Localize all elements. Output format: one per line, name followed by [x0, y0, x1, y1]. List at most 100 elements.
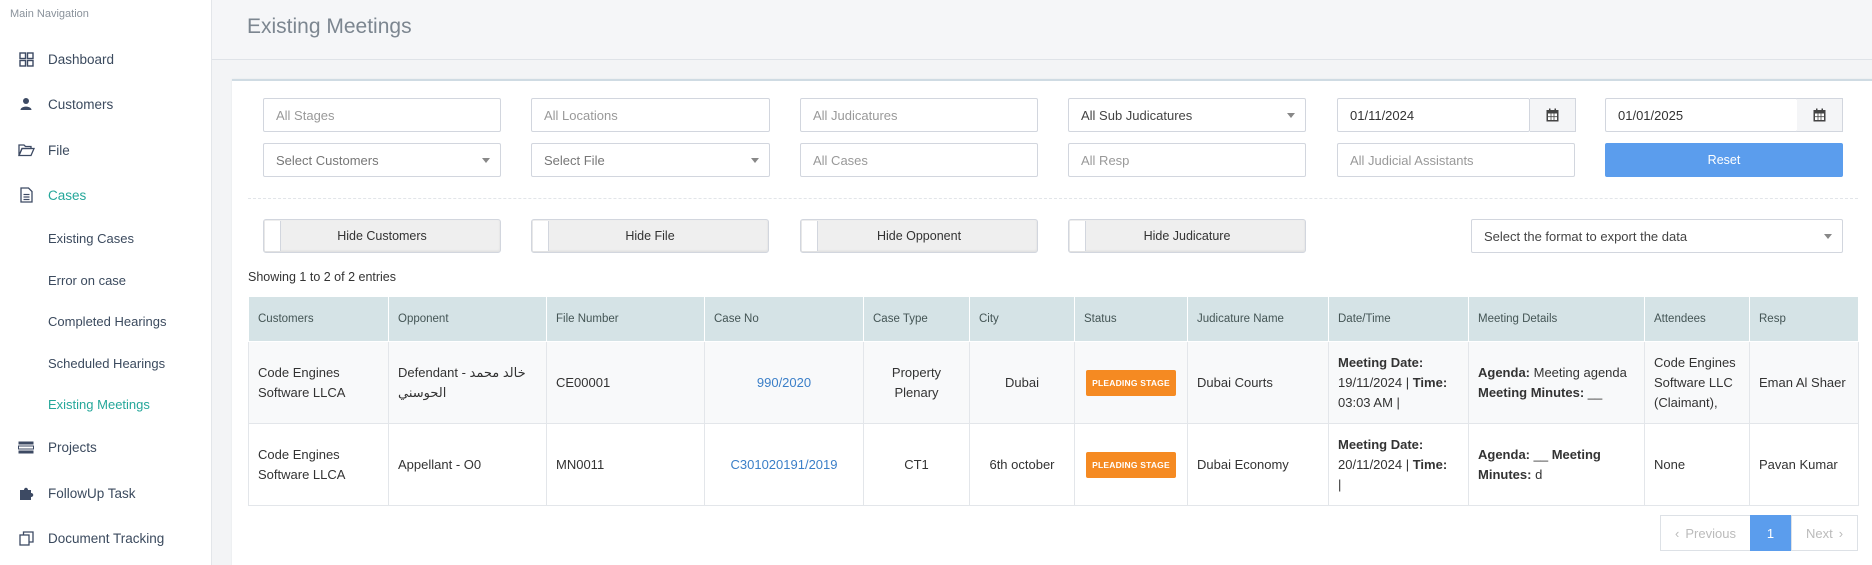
meeting-details-cell: Agenda: __ Meeting Minutes: d: [1468, 423, 1645, 506]
judicatures-filter[interactable]: All Judicatures: [800, 98, 1038, 132]
status-badge: PLEADING STAGE: [1086, 451, 1176, 478]
agenda-label: Agenda:: [1478, 364, 1530, 380]
customer-cell: Code Engines Software LLCA: [248, 341, 389, 424]
sidebar-subitem-completed-hearings[interactable]: Completed Hearings: [48, 309, 167, 333]
toggle-label: Hide Judicature: [1143, 229, 1231, 243]
column-header[interactable]: City: [969, 296, 1075, 342]
calendar-icon[interactable]: [1530, 98, 1576, 132]
sidebar-item-label: File: [48, 142, 70, 158]
opponent-cell: Appellant - O0: [388, 423, 547, 506]
reset-button[interactable]: Reset: [1605, 143, 1843, 177]
resp-cell: Eman Al Shaer: [1749, 341, 1859, 424]
column-header[interactable]: Status: [1074, 296, 1188, 342]
sidebar-item-label: FollowUp Task: [48, 485, 136, 501]
datetime-cell: Meeting Date: 20/11/2024 | Time: |: [1328, 423, 1469, 506]
sidebar-item-followup-task[interactable]: FollowUp Task: [0, 478, 211, 508]
agenda-label: Agenda:: [1478, 446, 1530, 462]
meetings-table: Customers Opponent File Number Case No C…: [248, 296, 1859, 506]
stages-filter[interactable]: All Stages: [263, 98, 501, 132]
case-link[interactable]: C301020191/2019: [731, 457, 838, 472]
cases-filter[interactable]: All Cases: [800, 143, 1038, 177]
case-type-cell: Property Plenary: [863, 341, 970, 424]
sidebar-item-label: Document Tracking: [48, 530, 165, 546]
minutes-label: Meeting Minutes:: [1478, 384, 1585, 400]
locations-filter[interactable]: All Locations: [531, 98, 770, 132]
judicature-cell: Dubai Economy: [1187, 423, 1329, 506]
sub-judicatures-select[interactable]: All Sub Judicatures: [1068, 98, 1306, 132]
meeting-date-value: 20/11/2024 |: [1338, 456, 1410, 472]
time-value: |: [1338, 476, 1342, 492]
customers-select-value: Select Customers: [276, 152, 379, 168]
table-header-row: Customers Opponent File Number Case No C…: [248, 296, 1859, 342]
sidebar: Main Navigation Dashboard Customers File…: [0, 0, 212, 565]
export-format-value: Select the format to export the data: [1484, 228, 1688, 244]
meeting-details-cell: Agenda: Meeting agenda Meeting Minutes: …: [1468, 341, 1645, 424]
sidebar-subitem-scheduled-hearings[interactable]: Scheduled Hearings: [48, 351, 165, 375]
date-to-input[interactable]: 01/01/2025: [1605, 98, 1798, 132]
hide-file-toggle[interactable]: Hide File: [531, 219, 769, 253]
attendees-cell: None: [1644, 423, 1750, 506]
chevron-right-icon: ›: [1838, 525, 1844, 541]
hide-customers-toggle[interactable]: Hide Customers: [263, 219, 501, 253]
next-page-button[interactable]: Next ›: [1791, 515, 1858, 551]
sidebar-subitem-error-on-case[interactable]: Error on case: [48, 268, 126, 292]
column-header[interactable]: Customers: [248, 296, 389, 342]
case-no-cell: C301020191/2019: [704, 423, 864, 506]
toggle-label: Hide Customers: [337, 229, 427, 243]
judicature-cell: Dubai Courts: [1187, 341, 1329, 424]
column-header[interactable]: Meeting Details: [1468, 296, 1645, 342]
resp-filter[interactable]: All Resp: [1068, 143, 1306, 177]
table-row: Code Engines Software LLCA Appellant - O…: [248, 423, 1859, 506]
toggle-knob: [265, 221, 281, 251]
sidebar-item-file[interactable]: File: [0, 135, 211, 165]
folder-open-icon: [17, 141, 35, 159]
column-header[interactable]: Attendees: [1644, 296, 1750, 342]
date-from-input[interactable]: 01/11/2024: [1337, 98, 1530, 132]
column-header[interactable]: Opponent: [388, 296, 547, 342]
sidebar-item-document-tracking[interactable]: Document Tracking: [0, 523, 211, 553]
file-select-value: Select File: [544, 152, 605, 168]
column-header[interactable]: File Number: [546, 296, 705, 342]
column-header[interactable]: Resp: [1749, 296, 1859, 342]
sidebar-subitem-existing-meetings[interactable]: Existing Meetings: [48, 392, 150, 416]
toggle-knob: [802, 221, 818, 251]
sidebar-item-customers[interactable]: Customers: [0, 89, 211, 119]
meeting-date-label: Meeting Date:: [1338, 436, 1424, 452]
entries-info: Showing 1 to 2 of 2 entries: [248, 270, 397, 284]
column-header[interactable]: Case No: [704, 296, 864, 342]
sidebar-item-dashboard[interactable]: Dashboard: [0, 44, 211, 74]
resp-cell: Pavan Kumar: [1749, 423, 1859, 506]
chevron-down-icon: [751, 158, 759, 163]
column-header[interactable]: Case Type: [863, 296, 970, 342]
case-no-cell: 990/2020: [704, 341, 864, 424]
sidebar-item-projects[interactable]: Projects: [0, 432, 211, 462]
column-header[interactable]: Date/Time: [1328, 296, 1469, 342]
hide-opponent-toggle[interactable]: Hide Opponent: [800, 219, 1038, 253]
sidebar-item-label: Projects: [48, 439, 97, 455]
previous-label: Previous: [1685, 525, 1736, 541]
file-number-cell: MN0011: [546, 423, 705, 506]
sidebar-item-label: Customers: [48, 96, 114, 112]
customers-select[interactable]: Select Customers: [263, 143, 501, 177]
file-number-cell: CE00001: [546, 341, 705, 424]
sidebar-subitem-existing-cases[interactable]: Existing Cases: [48, 226, 134, 250]
chevron-down-icon: [1824, 234, 1832, 239]
hide-judicature-toggle[interactable]: Hide Judicature: [1068, 219, 1306, 253]
dashboard-grid-icon: [17, 50, 35, 68]
judicial-assistants-filter[interactable]: All Judicial Assistants: [1337, 143, 1575, 177]
city-cell: 6th october: [969, 423, 1075, 506]
sub-judicatures-value: All Sub Judicatures: [1081, 107, 1193, 123]
attendees-cell: Code Engines Software LLC (Claimant),: [1644, 341, 1750, 424]
case-link[interactable]: 990/2020: [757, 375, 811, 390]
calendar-icon[interactable]: [1797, 98, 1843, 132]
sidebar-item-label: Dashboard: [48, 51, 115, 67]
column-header[interactable]: Judicature Name: [1187, 296, 1329, 342]
time-label: Time:: [1412, 456, 1448, 472]
file-select[interactable]: Select File: [531, 143, 770, 177]
previous-page-button[interactable]: ‹ Previous: [1660, 515, 1751, 551]
puzzle-icon: [17, 484, 35, 502]
toggle-knob: [1070, 221, 1086, 251]
page-1-button[interactable]: 1: [1750, 515, 1791, 551]
sidebar-item-cases[interactable]: Cases: [0, 180, 211, 210]
export-format-select[interactable]: Select the format to export the data: [1471, 219, 1843, 253]
